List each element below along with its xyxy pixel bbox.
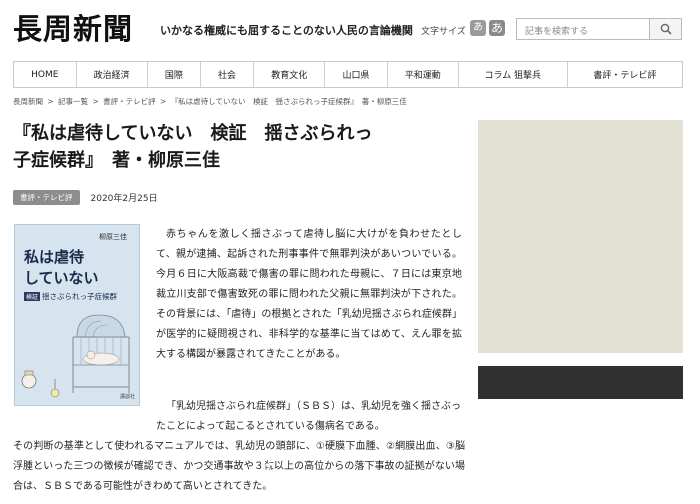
- article-paragraph: その判断の基準として使われるマニュアルでは、乳幼児の頭部に、①硬膜下血腫、②網膜…: [13, 441, 465, 492]
- book-subtitle: 検証 揺さぶられっ子症候群: [24, 291, 117, 302]
- sidebar-dark-banner[interactable]: [478, 366, 683, 399]
- font-size-large-button[interactable]: あ: [489, 20, 505, 36]
- nav-item-peace-movement[interactable]: 平和運動: [388, 62, 459, 87]
- site-logo[interactable]: 長周新聞: [13, 11, 133, 47]
- nav-item-home[interactable]: HOME: [14, 62, 77, 87]
- category-badge[interactable]: 書評・テレビ評: [13, 190, 80, 205]
- breadcrumb-item-articles[interactable]: 記事一覧: [58, 97, 88, 106]
- site-tagline: いかなる権威にも屈することのない人民の言論機関: [160, 24, 413, 37]
- nav-item-politics-economy[interactable]: 政治経済: [77, 62, 148, 87]
- search-box: [516, 18, 650, 42]
- font-size-label: 文字サイズ: [421, 27, 466, 37]
- book-badge: 検証: [24, 292, 41, 301]
- main-nav: HOME 政治経済 国際 社会 教育文化 山口県 平和運動 コラム 狙撃兵 書評…: [13, 61, 683, 88]
- nav-item-international[interactable]: 国際: [148, 62, 201, 87]
- book-author: 柳原三佳: [99, 233, 127, 241]
- breadcrumb-separator: >: [90, 97, 102, 106]
- article-paragraph: 「乳幼児揺さぶられ症候群」（ＳＢＳ）は、乳幼児を強く揺さぶったことによって起こる…: [156, 401, 461, 432]
- article-paragraph: 赤ちゃんを激しく揺さぶって虐待し脳に大けがを負わせたとして、親が逮捕、起訴された…: [156, 229, 462, 360]
- font-size-small-button[interactable]: あ: [470, 20, 486, 36]
- nav-item-society[interactable]: 社会: [201, 62, 255, 87]
- book-publisher: 講談社: [120, 394, 136, 400]
- site-header: 長周新聞 いかなる権威にも屈することのない人民の言論機関 文字サイズ あ あ: [0, 0, 700, 58]
- book-title: 私は虐待 していない: [24, 247, 99, 289]
- breadcrumb-item-current: 『私は虐待していない 検証 揺さぶられっ子症候群』 著・柳原三佳: [170, 97, 407, 106]
- nav-item-education-culture[interactable]: 教育文化: [254, 62, 326, 87]
- article-title: 『私は虐待していない 検証 揺さぶられっ 子症候群』 著・柳原三佳: [13, 120, 463, 174]
- search-input[interactable]: [517, 22, 649, 42]
- breadcrumb: 長周新聞 > 記事一覧 > 書評・テレビ評 > 『私は虐待していない 検証 揺さ…: [13, 96, 409, 107]
- book-title-line: 私は虐待: [24, 248, 85, 266]
- book-cover-image: 柳原三佳 私は虐待 していない 検証 揺さぶられっ子症候群 講談社: [14, 224, 140, 406]
- breadcrumb-item-category[interactable]: 書評・テレビ評: [103, 97, 156, 106]
- article-meta: 書評・テレビ評 2020年2月25日: [13, 190, 158, 205]
- article-date: 2020年2月25日: [90, 194, 158, 204]
- search-icon: [660, 23, 672, 35]
- nav-item-book-tv-review[interactable]: 書評・テレビ評: [568, 62, 682, 87]
- book-title-line: していない: [24, 269, 99, 287]
- breadcrumb-separator: >: [157, 97, 169, 106]
- breadcrumb-separator: >: [45, 97, 57, 106]
- article-title-line: 子症候群』 著・柳原三佳: [13, 150, 220, 171]
- crib-illustration: [21, 314, 130, 398]
- nav-item-column[interactable]: コラム 狙撃兵: [459, 62, 568, 87]
- sidebar-ad-banner[interactable]: [478, 120, 683, 353]
- article-title-line: 『私は虐待していない 検証 揺さぶられっ: [13, 123, 373, 144]
- search-button[interactable]: [650, 18, 682, 40]
- breadcrumb-item-home[interactable]: 長周新聞: [13, 97, 43, 106]
- nav-item-yamaguchi[interactable]: 山口県: [325, 62, 388, 87]
- book-subtitle-text: 揺さぶられっ子症候群: [42, 292, 118, 301]
